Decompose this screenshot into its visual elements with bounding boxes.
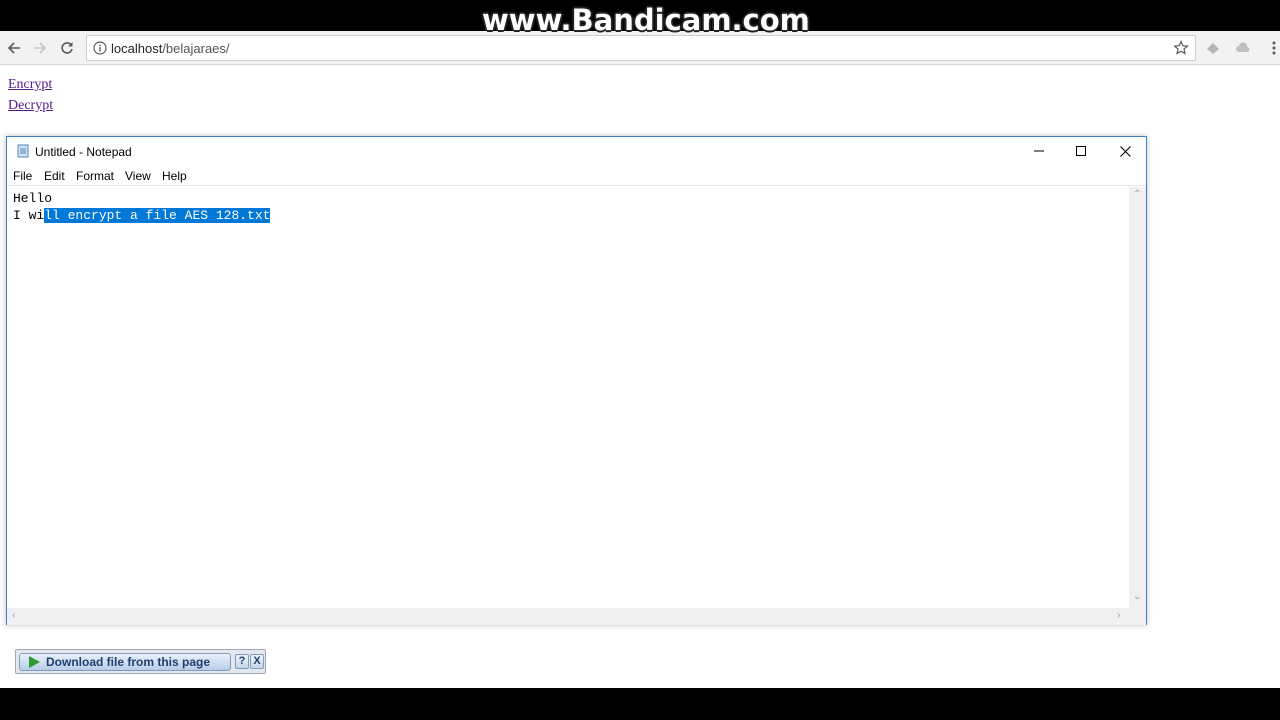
- maximize-icon: [1076, 146, 1086, 156]
- minimize-icon: [1034, 150, 1044, 152]
- url-path: /belajaraes/: [162, 41, 230, 56]
- horizontal-scrollbar[interactable]: ‹ ›: [7, 608, 1129, 625]
- info-icon[interactable]: [93, 41, 107, 55]
- bookmark-star-icon[interactable]: [1173, 40, 1189, 56]
- text-line-2: I will encrypt a file AES 128.txt: [13, 207, 1123, 224]
- back-arrow-icon: [7, 42, 20, 54]
- menu-format[interactable]: Format: [76, 169, 114, 183]
- extension-icon[interactable]: [1205, 40, 1221, 56]
- text-unselected: I wi: [13, 208, 45, 223]
- reload-button[interactable]: [56, 37, 78, 59]
- bottom-letterbox: [0, 688, 1280, 720]
- notepad-menubar: File Edit Format View Help: [7, 166, 1146, 186]
- close-download-bar-button[interactable]: X: [250, 654, 264, 669]
- download-helper-bar: Download file from this page ? X: [15, 649, 266, 674]
- decrypt-link[interactable]: Decrypt: [8, 98, 53, 114]
- notepad-title: Untitled - Notepad: [35, 145, 132, 159]
- menu-view[interactable]: View: [125, 169, 151, 183]
- text-selection: ll encrypt a file AES 128.txt: [44, 208, 271, 223]
- address-bar[interactable]: localhost/belajaraes/: [86, 35, 1196, 61]
- close-button[interactable]: [1103, 137, 1147, 165]
- forward-button[interactable]: [29, 37, 51, 59]
- resize-grip-icon[interactable]: [1129, 608, 1146, 625]
- encrypt-link[interactable]: Encrypt: [8, 77, 52, 93]
- scroll-down-arrow-icon[interactable]: ⌄: [1133, 591, 1141, 602]
- menu-icon[interactable]: [1266, 40, 1280, 56]
- notepad-app-icon: [17, 144, 29, 158]
- scroll-up-arrow-icon[interactable]: ⌃: [1133, 189, 1141, 200]
- vertical-scrollbar[interactable]: ⌃ ⌄: [1129, 187, 1146, 608]
- minimize-button[interactable]: [1017, 137, 1061, 165]
- notepad-text-area[interactable]: Hello I will encrypt a file AES 128.txt: [7, 187, 1129, 608]
- notepad-titlebar[interactable]: Untitled - Notepad: [7, 137, 1146, 166]
- close-icon: [1119, 145, 1131, 157]
- menu-file[interactable]: File: [13, 169, 32, 183]
- download-file-label: Download file from this page: [46, 655, 211, 669]
- scroll-left-arrow-icon[interactable]: ‹: [12, 610, 15, 621]
- browser-window: localhost/belajaraes/ Encrypt Decrypt Un…: [0, 31, 1280, 688]
- url-text: localhost/belajaraes/: [111, 41, 230, 56]
- forward-arrow-icon: [34, 42, 47, 54]
- notepad-window: Untitled - Notepad File Edit Format View…: [6, 136, 1147, 625]
- watermark-text: www.Bandicam.com: [482, 3, 810, 37]
- play-icon: [29, 656, 40, 668]
- scroll-right-arrow-icon[interactable]: ›: [1117, 610, 1120, 621]
- menu-edit[interactable]: Edit: [44, 169, 65, 183]
- back-button[interactable]: [3, 37, 25, 59]
- url-host: localhost: [111, 41, 163, 56]
- menu-help[interactable]: Help: [162, 169, 187, 183]
- reload-icon: [61, 42, 73, 54]
- cloud-extension-icon[interactable]: [1235, 40, 1251, 56]
- maximize-button[interactable]: [1059, 137, 1103, 165]
- help-button[interactable]: ?: [235, 654, 249, 669]
- text-line-1: Hello: [13, 191, 53, 206]
- download-file-button[interactable]: Download file from this page: [19, 653, 231, 671]
